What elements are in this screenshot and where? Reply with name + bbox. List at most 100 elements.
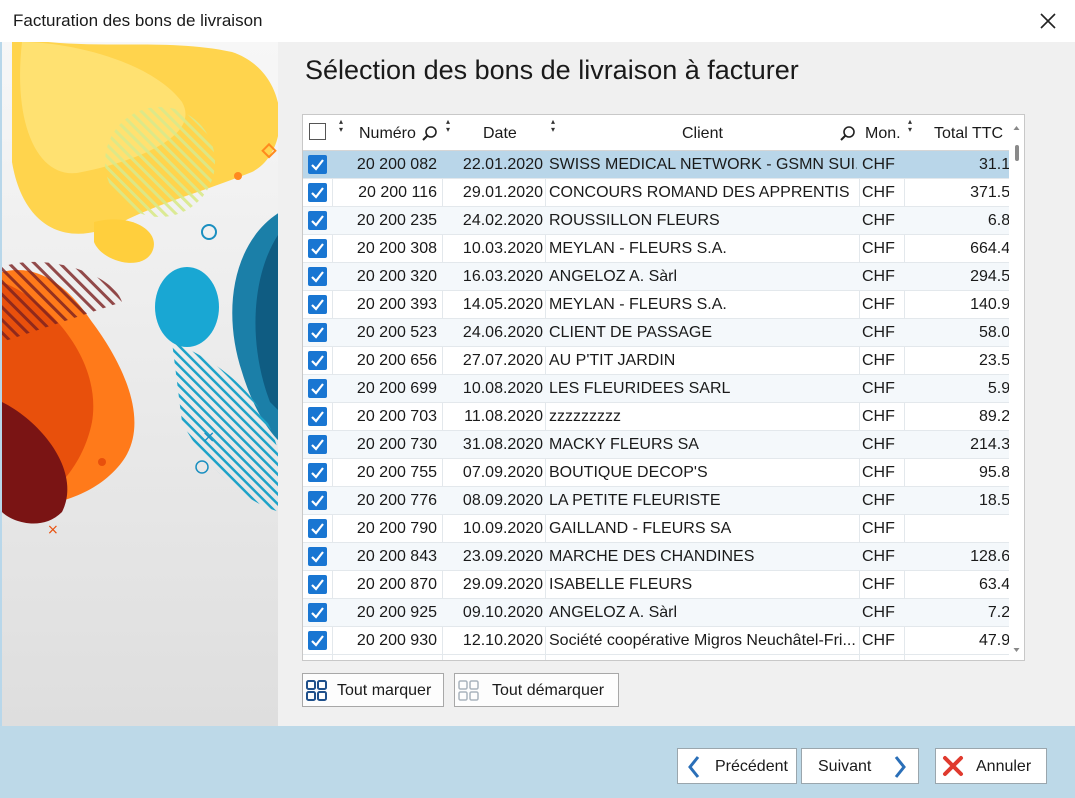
cell-date: 10.08.2020 [462,380,543,397]
close-icon[interactable] [1033,6,1063,36]
search-icon[interactable] [421,115,439,150]
cell-currency: CHF [862,240,895,257]
table-row[interactable]: 20 200 699 10.08.2020 LES FLEURIDEES SARL C… [303,375,1024,403]
cell-client: ANGELOZ A. Sàrl [549,604,678,621]
delivery-notes-grid[interactable]: ▴ ▾ Numéro ▴ ▾ Date ▴ ▾ Client Mon. ▴ ▾ Tota… [302,114,1025,661]
row-checkbox[interactable] [308,211,327,230]
cell-currency: CHF [862,156,895,173]
row-checkbox[interactable] [308,267,327,286]
table-row[interactable]: 20 200 703 11.08.2020 zzzzzzzzz CHF 89.25 [303,403,1024,431]
cell-total: 294.55 [970,268,1019,285]
unmark-all-button[interactable]: Tout démarquer [454,673,619,707]
mark-all-label: Tout marquer [337,682,432,699]
table-row[interactable]: 20 200 393 14.05.2020 MEYLAN - FLEURS S.A.… [303,291,1024,319]
row-checkbox[interactable] [308,351,327,370]
table-row[interactable]: 20 200 790 10.09.2020 GAILLAND - FLEURS SA… [303,515,1024,543]
cell-total: 47.95 [978,632,1019,649]
table-row[interactable]: 20 200 308 10.03.2020 MEYLAN - FLEURS S.A.… [303,235,1024,263]
column-header-date[interactable]: Date [483,115,517,150]
column-header-client[interactable]: Client [682,115,723,150]
cell-currency: CHF [862,352,895,369]
cell-client: ISABELLE FLEURS [549,576,693,593]
row-checkbox[interactable] [308,435,327,454]
row-checkbox[interactable] [308,379,327,398]
cell-date: 10.03.2020 [462,240,543,257]
cell-total [905,515,1019,542]
row-checkbox[interactable] [308,155,327,174]
row-checkbox[interactable] [308,547,327,566]
cell-number: 20 200 790 [356,520,437,537]
table-row[interactable]: 20 200 925 09.10.2020 ANGELOZ A. Sàrl CHF 7.… [303,599,1024,627]
vertical-scrollbar[interactable] [1009,115,1024,660]
cell-client: SWISS MEDICAL NETWORK - GSMN SUI... [549,156,857,173]
table-row[interactable]: 20 200 843 23.09.2020 MARCHE DES CHANDINES… [303,543,1024,571]
column-header-number[interactable]: Numéro [359,115,416,150]
table-row[interactable]: 20 200 320 16.03.2020 ANGELOZ A. Sàrl CHF 29… [303,263,1024,291]
table-row[interactable]: 20 200 235 24.02.2020 ROUSSILLON FLEURS CHF… [303,207,1024,235]
row-checkbox[interactable] [308,491,327,510]
cell-number: 20 200 699 [356,380,437,397]
row-checkbox[interactable] [308,183,327,202]
cell-total: 23.50 [978,352,1019,369]
cell-number: 20 200 116 [358,184,437,201]
svg-text:×: × [202,427,215,446]
cell-total: 371.55 [970,184,1019,201]
sort-icon[interactable]: ▴ ▾ [339,118,343,134]
cell-date: 08.09.2020 [462,492,543,509]
cell-client: LA PETITE FLEURISTE [549,492,721,509]
cell-client: CONCOURS ROMAND DES APPRENTIS [549,184,850,201]
table-row[interactable]: 20 200 755 07.09.2020 BOUTIQUE DECOP'S CHF 9… [303,459,1024,487]
mark-all-button[interactable]: Tout marquer [302,673,444,707]
table-row[interactable]: 20 200 930 12.10.2020 Société coopérative … [303,627,1024,655]
cell-total: 18.55 [978,492,1019,509]
row-checkbox[interactable] [308,239,327,258]
sort-icon[interactable]: ▴ ▾ [446,118,450,134]
column-header-currency[interactable]: Mon. [865,115,901,150]
column-header-total[interactable]: Total TTC [934,115,1003,150]
cell-client: CLIENT DE PASSAGE [549,324,713,341]
sort-icon[interactable]: ▴ ▾ [908,118,912,134]
cell-date: 07.09.2020 [462,464,543,481]
cell-currency: CHF [862,604,895,621]
cell-date: 29.01.2020 [462,184,543,201]
cell-total: 89.25 [978,408,1019,425]
cell-client: MEYLAN - FLEURS S.A. [549,296,727,313]
table-row[interactable]: 20 200 116 29.01.2020 CONCOURS ROMAND DES … [303,179,1024,207]
table-row[interactable]: 20 200 082 22.01.2020 SWISS MEDICAL NETWOR… [303,151,1024,179]
page-heading: Sélection des bons de livraison à factur… [305,55,799,85]
next-button[interactable]: Suivant [801,748,919,784]
previous-button[interactable]: Précédent [677,748,797,784]
search-icon[interactable] [839,115,857,150]
row-checkbox[interactable] [308,575,327,594]
cell-client: MARCHE DES CHANDINES [549,548,755,565]
row-checkbox[interactable] [308,603,327,622]
row-checkbox[interactable] [308,660,327,661]
cell-date: 27.07.2020 [462,352,543,369]
table-row[interactable]: 20 200 656 27.07.2020 AU P'TIT JARDIN CHF 23… [303,347,1024,375]
scrollbar-thumb[interactable] [1015,145,1019,161]
row-checkbox[interactable] [308,323,327,342]
sort-icon[interactable]: ▴ ▾ [551,118,555,134]
cell-client: GAILLAND - FLEURS SA [549,520,732,537]
cell-date: 24.06.2020 [462,324,543,341]
cell-total: 140.90 [970,296,1019,313]
cell-currency: CHF [862,548,895,565]
cancel-button[interactable]: Annuler [935,748,1047,784]
row-checkbox[interactable] [308,631,327,650]
cell-date: 29.09.2020 [462,576,543,593]
row-checkbox[interactable] [308,463,327,482]
table-row[interactable]: 20 200 776 08.09.2020 LA PETITE FLEURISTE C… [303,487,1024,515]
table-row[interactable]: 20 200 730 31.08.2020 MACKY FLEURS SA CHF 21… [303,431,1024,459]
cell-client: ANGELOZ A. Sàrl [549,268,678,285]
row-checkbox[interactable] [308,519,327,538]
grid-rows: 20 200 082 22.01.2020 SWISS MEDICAL NETWOR… [303,151,1024,655]
cell-date: 16.03.2020 [462,268,543,285]
row-checkbox[interactable] [308,407,327,426]
cell-total: 95.85 [978,464,1019,481]
table-row[interactable]: 20 200 523 24.06.2020 CLIENT DE PASSAGE CHF… [303,319,1024,347]
svg-text:×: × [47,522,59,538]
table-row[interactable]: 20 200 870 29.09.2020 ISABELLE FLEURS CHF 63… [303,571,1024,599]
row-checkbox[interactable] [308,295,327,314]
cell-total: 63.45 [978,576,1019,593]
select-all-checkbox[interactable] [309,123,326,140]
